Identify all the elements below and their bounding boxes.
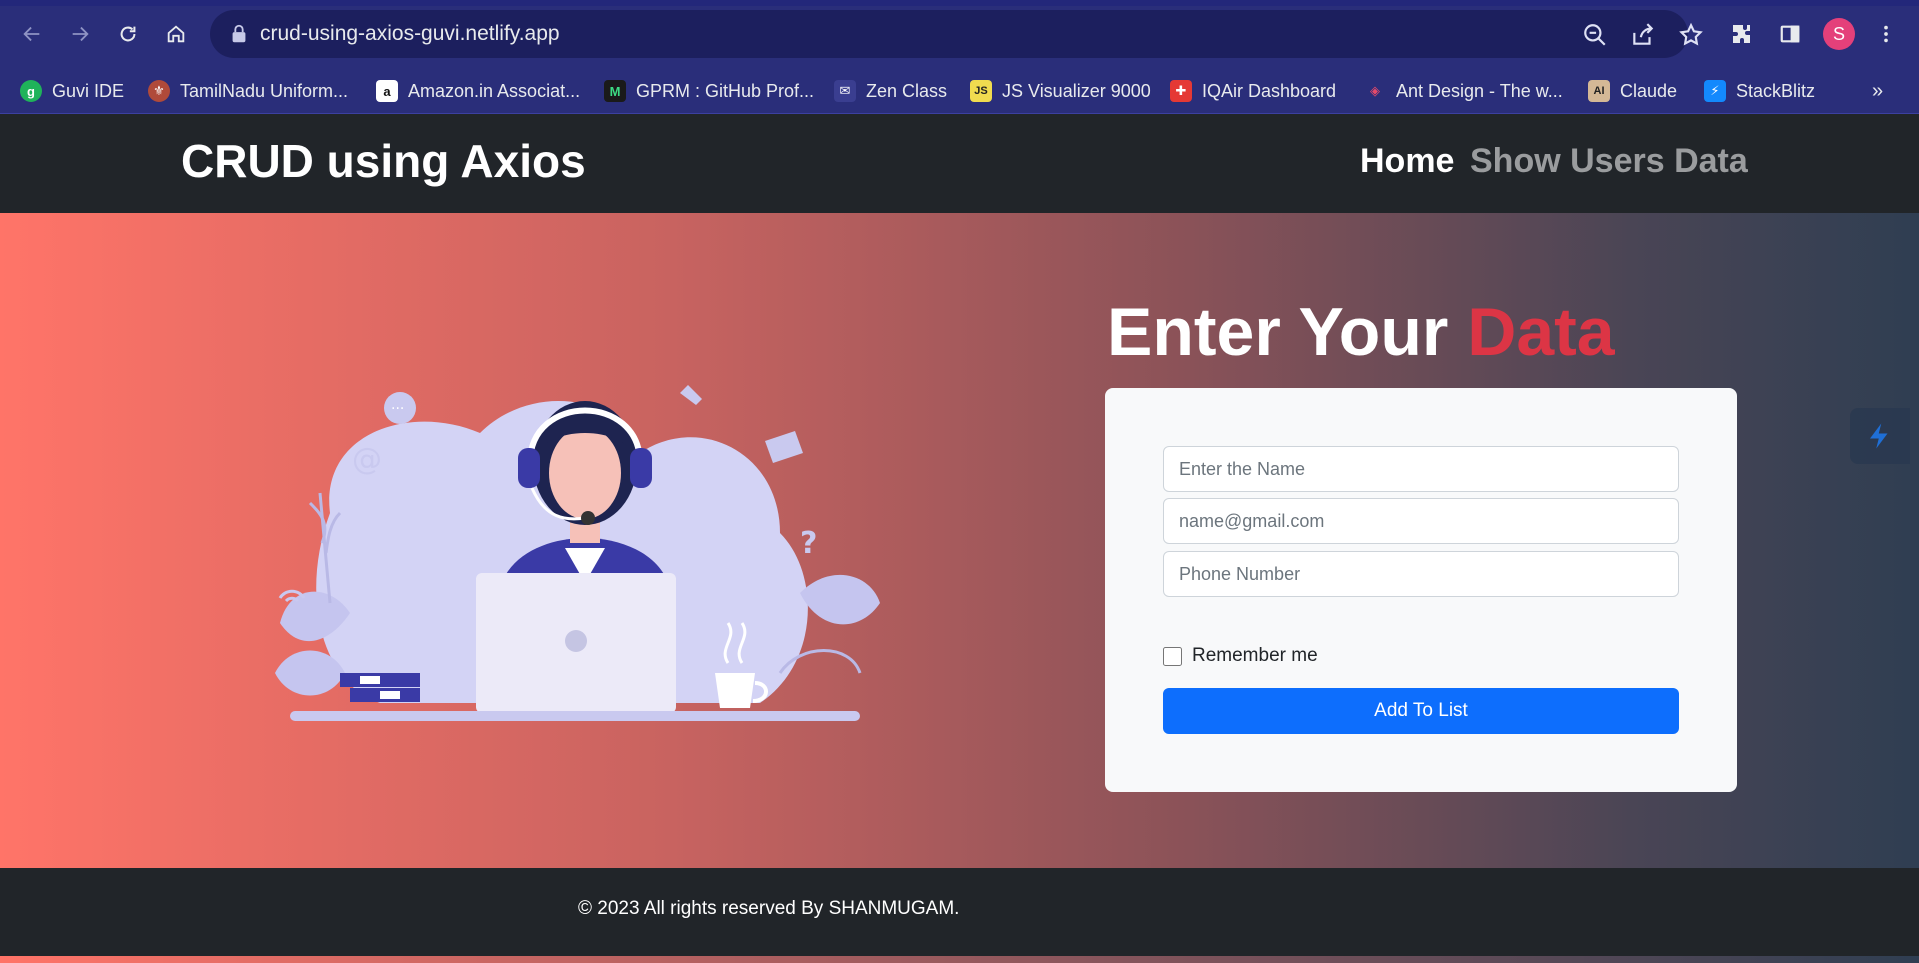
stackblitz-floating-tab[interactable] <box>1850 408 1910 464</box>
amazon-icon: a <box>376 80 398 102</box>
extensions-icon[interactable] <box>1724 16 1760 52</box>
bookmark-amazon-associates[interactable]: a Amazon.in Associat... <box>376 76 580 106</box>
remember-me-row[interactable]: Remember me <box>1163 645 1318 667</box>
svg-text:···: ··· <box>391 401 404 417</box>
bookmark-js-visualizer[interactable]: JS JS Visualizer 9000 <box>970 76 1151 106</box>
nav-link-home[interactable]: Home <box>1360 142 1454 181</box>
bookmark-label: Amazon.in Associat... <box>408 80 581 101</box>
headline-main: Enter Your <box>1107 294 1449 370</box>
share-icon[interactable] <box>1630 22 1656 48</box>
mail-icon: ✉ <box>834 80 856 102</box>
home-icon[interactable] <box>158 16 194 52</box>
profile-avatar[interactable]: S <box>1823 18 1855 50</box>
bookmark-tamilnadu-uniform[interactable]: ⚜ TamilNadu Uniform... <box>148 76 348 106</box>
bookmark-label: Claude <box>1620 80 1678 101</box>
bookmark-label: IQAir Dashboard <box>1202 80 1337 101</box>
star-icon[interactable] <box>1678 22 1704 48</box>
hero-section: ··· @ ? Enter Your Data Enter the Name n… <box>0 213 1919 868</box>
menu-kebab-icon[interactable] <box>1868 16 1904 52</box>
footer-copyright: © 2023 All rights reserved By SHANMUGAM. <box>578 898 960 919</box>
phone-input[interactable] <box>1163 551 1679 597</box>
bookmark-zen-class[interactable]: ✉ Zen Class <box>834 76 947 106</box>
side-panel-icon[interactable] <box>1772 16 1808 52</box>
reload-icon[interactable] <box>110 16 146 52</box>
bookmark-guvi-ide[interactable]: g Guvi IDE <box>20 76 124 106</box>
claude-icon: AI <box>1588 80 1610 102</box>
browser-toolbar: crud-using-axios-guvi.netlify.app S <box>0 0 1919 68</box>
forward-icon[interactable] <box>62 16 98 52</box>
url-text[interactable]: crud-using-axios-guvi.netlify.app <box>260 22 560 46</box>
remember-me-label: Remember me <box>1192 645 1318 666</box>
js-icon: JS <box>970 80 992 102</box>
name-input[interactable] <box>1163 446 1679 492</box>
gprm-icon: M <box>604 80 626 102</box>
bookmarks-bar: g Guvi IDE ⚜ TamilNadu Uniform... a Amaz… <box>0 68 1919 114</box>
bookmark-label: StackBlitz <box>1736 80 1816 101</box>
tab-strip <box>0 0 1919 6</box>
address-bar[interactable]: crud-using-axios-guvi.netlify.app <box>210 10 1703 58</box>
add-to-list-button[interactable]: Add To List <box>1163 688 1679 734</box>
guvi-icon: g <box>20 80 42 102</box>
user-form-card: Remember me Add To List <box>1105 388 1737 792</box>
bookmark-label: Guvi IDE <box>52 80 125 101</box>
support-agent-illustration: ··· @ ? <box>275 385 880 721</box>
bookmark-label: Zen Class <box>866 80 948 101</box>
bookmarks-overflow-button[interactable]: » <box>1872 80 1883 103</box>
back-icon[interactable] <box>14 16 50 52</box>
bookmark-ant-design[interactable]: ◈ Ant Design - The w... <box>1364 76 1563 106</box>
email-input[interactable] <box>1163 498 1679 544</box>
bookmark-label: Ant Design - The w... <box>1396 80 1563 101</box>
zoom-out-icon[interactable] <box>1582 22 1608 48</box>
antdesign-icon: ◈ <box>1370 83 1380 98</box>
form-headline: Enter Your Data <box>1107 293 1615 371</box>
bottom-strip <box>0 956 1919 963</box>
headline-accent: Data <box>1467 294 1615 370</box>
site-brand[interactable]: CRUD using Axios <box>181 134 586 188</box>
bookmark-claude[interactable]: AI Claude <box>1588 76 1677 106</box>
lock-icon <box>228 23 250 45</box>
bookmark-stackblitz[interactable]: ⚡ StackBlitz <box>1704 76 1815 106</box>
emblem-icon: ⚜ <box>148 80 170 102</box>
lightning-icon <box>1870 423 1888 449</box>
svg-text:?: ? <box>800 526 817 561</box>
iqair-icon: ✚ <box>1170 80 1192 102</box>
nav-link-show-users-data[interactable]: Show Users Data <box>1470 142 1748 181</box>
site-navbar: CRUD using Axios Home Show Users Data <box>0 114 1919 213</box>
bookmark-label: TamilNadu Uniform... <box>180 80 349 101</box>
svg-text:@: @ <box>352 442 382 477</box>
stackblitz-icon: ⚡ <box>1704 80 1726 102</box>
bookmark-iqair[interactable]: ✚ IQAir Dashboard <box>1170 76 1336 106</box>
site-footer: © 2023 All rights reserved By SHANMUGAM. <box>0 868 1919 958</box>
bookmark-label: JS Visualizer 9000 <box>1002 80 1151 101</box>
bookmark-gprm[interactable]: M GPRM : GitHub Prof... <box>604 76 814 106</box>
remember-me-checkbox[interactable] <box>1163 646 1182 666</box>
bookmark-label: GPRM : GitHub Prof... <box>636 80 815 101</box>
